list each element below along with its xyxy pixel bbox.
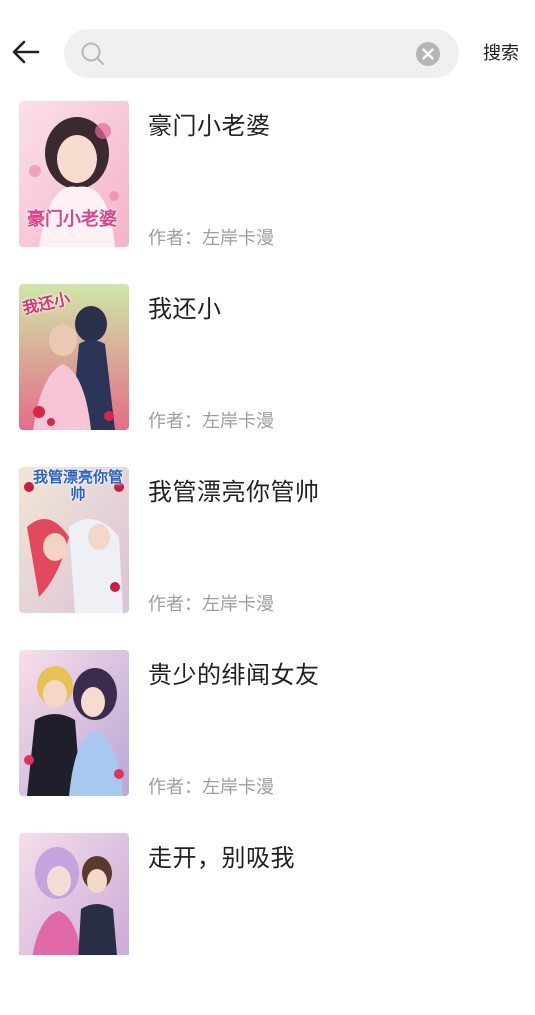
back-arrow-icon (12, 40, 40, 64)
top-bar: 搜索 (0, 0, 535, 100)
cover-illustration (19, 833, 129, 955)
book-item[interactable]: 走开，别吸我 (0, 832, 535, 1015)
book-cover[interactable]: 豪门小老婆 (19, 101, 129, 247)
book-cover[interactable]: 我还小 (19, 284, 129, 430)
cover-title-text: 我管漂亮你管帅 (32, 468, 123, 503)
book-title: 走开，别吸我 (148, 844, 295, 872)
book-cover[interactable] (19, 833, 129, 955)
cover-title-text: 豪门小老婆 (27, 209, 117, 230)
clear-icon (416, 42, 440, 66)
book-author: 作者：左岸卡漫 (148, 411, 274, 432)
book-title: 贵少的绯闻女友 (148, 661, 320, 689)
book-cover[interactable]: 我管漂亮你管帅 (19, 467, 129, 613)
book-author: 作者：左岸卡漫 (148, 777, 274, 798)
book-list: 豪门小老婆 豪门小老婆 作者：左岸卡漫 我还小 我还小 作者：左岸卡漫 我管漂亮… (0, 100, 535, 1015)
book-author: 作者：左岸卡漫 (148, 594, 274, 615)
book-item[interactable]: 贵少的绯闻女友 作者：左岸卡漫 (0, 649, 535, 832)
cover-illustration (19, 650, 129, 796)
search-icon (81, 42, 104, 65)
book-cover[interactable] (19, 650, 129, 796)
book-author: 作者：左岸卡漫 (148, 228, 274, 249)
book-item[interactable]: 我还小 我还小 作者：左岸卡漫 (0, 283, 535, 466)
search-input[interactable] (116, 37, 410, 72)
book-title: 我管漂亮你管帅 (148, 478, 320, 506)
search-button[interactable]: 搜索 (475, 40, 527, 68)
book-item[interactable]: 我管漂亮你管帅 我管漂亮你管帅 作者：左岸卡漫 (0, 466, 535, 649)
clear-button[interactable] (415, 41, 441, 67)
back-button[interactable] (8, 34, 44, 70)
book-title: 我还小 (148, 295, 222, 323)
search-box[interactable] (64, 29, 459, 78)
book-title: 豪门小老婆 (148, 112, 271, 140)
book-item[interactable]: 豪门小老婆 豪门小老婆 作者：左岸卡漫 (0, 100, 535, 283)
